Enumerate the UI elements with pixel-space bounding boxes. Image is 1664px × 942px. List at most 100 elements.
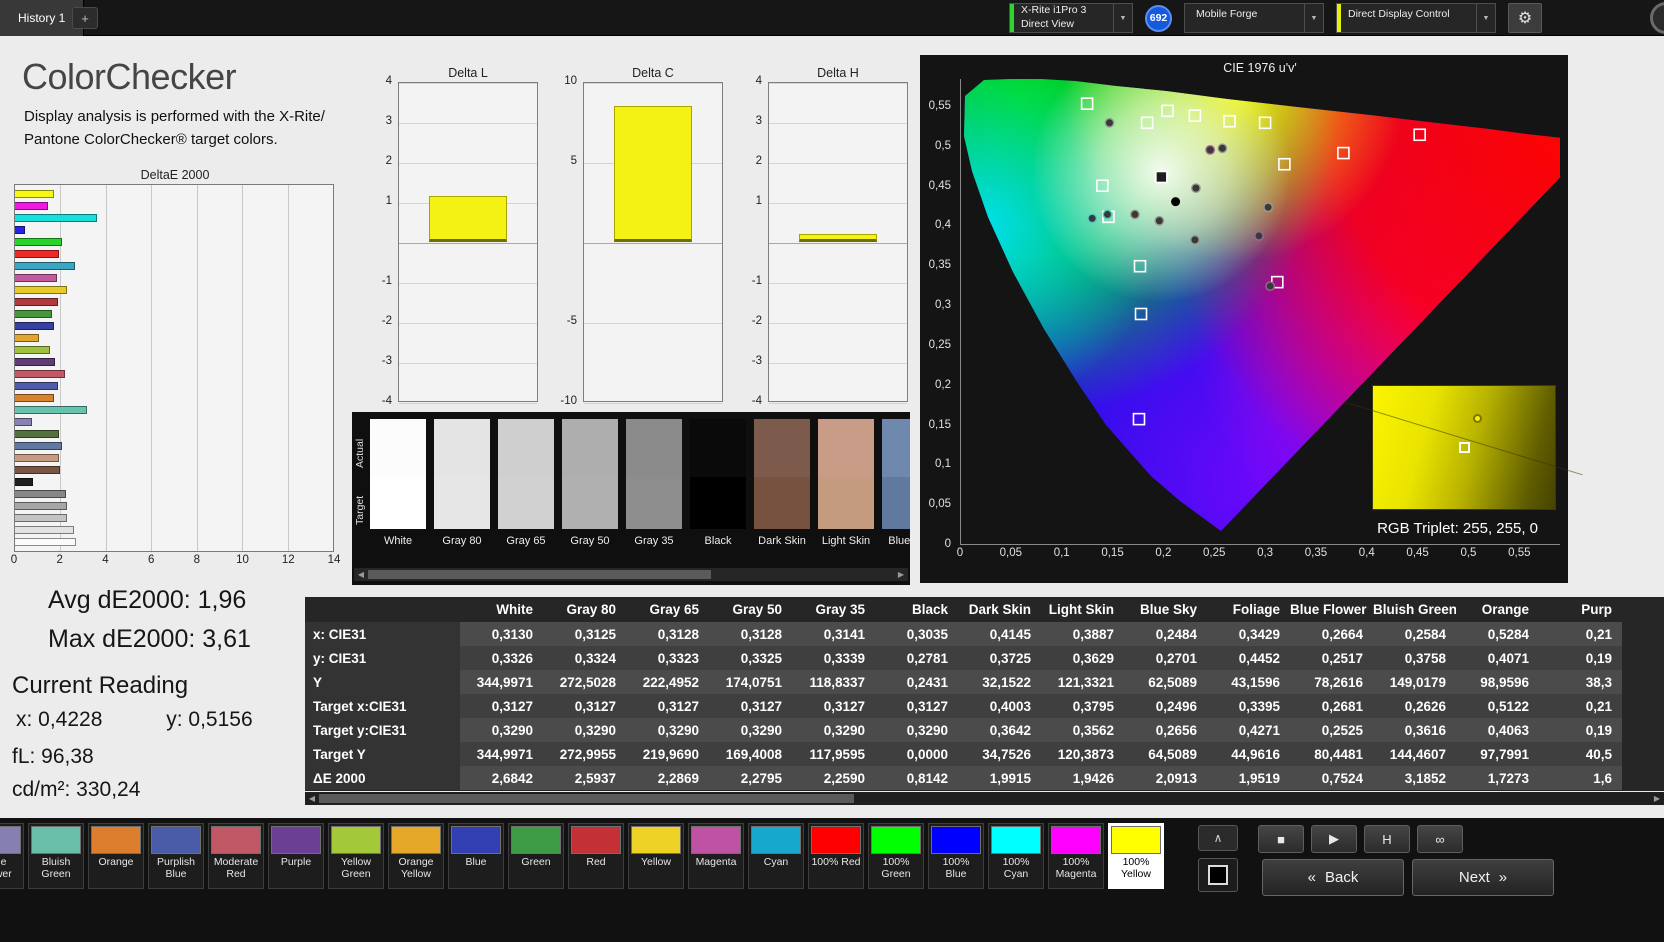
patch-button-magenta[interactable]: Magenta — [688, 823, 744, 889]
swatch-scrollbar[interactable]: ◀ ▶ — [354, 568, 908, 581]
swatch-label: Gray 80 — [442, 535, 482, 547]
swatch-gray-35[interactable]: Gray 35 — [626, 419, 682, 547]
patch-swatch — [991, 826, 1041, 854]
swatch-blue-sky[interactable]: Blue Sky — [882, 419, 910, 547]
patch-button-yellow[interactable]: Yellow — [628, 823, 684, 889]
patch-button-yellow-green[interactable]: Yellow Green — [328, 823, 384, 889]
patch-button-red[interactable]: Red — [568, 823, 624, 889]
patch-button-purplish-blue[interactable]: Purplish Blue — [148, 823, 204, 889]
swatch-light-skin[interactable]: Light Skin — [818, 419, 874, 547]
deltae-bar-100-red — [15, 250, 60, 258]
delta-bar — [799, 234, 877, 242]
patch-button-100-red[interactable]: 100% Red — [808, 823, 864, 889]
table-cell: 0,3130 — [460, 622, 543, 646]
table-cell: 0,2484 — [1124, 622, 1207, 646]
target-swatch — [498, 477, 554, 529]
current-fl: fL: 96,38 — [12, 745, 94, 768]
column-header: Dark Skin — [958, 597, 1041, 622]
deltae-bar-purple — [15, 358, 56, 366]
settings-button[interactable]: ⚙ — [1508, 3, 1542, 33]
source-text: Mobile Forge — [1189, 4, 1304, 32]
patch-button-100-magenta[interactable]: 100% Magenta — [1048, 823, 1104, 889]
scroll-right-icon[interactable]: ▶ — [1650, 792, 1664, 805]
bottom-toolbar: Blue Flower Bluish Green Orange Purplish Bl… — [0, 818, 1664, 942]
meter-profile-badge[interactable]: 692 — [1145, 4, 1172, 32]
table-cell: 0,3290 — [792, 718, 875, 742]
patch-button-100-yellow[interactable]: 100% Yellow — [1108, 823, 1164, 889]
axis-tick-label: 10 — [564, 75, 577, 87]
table-cell: 169,4008 — [709, 742, 792, 766]
axis-tick-label: 0,05 — [999, 547, 1023, 559]
patch-button-purple[interactable]: Purple — [268, 823, 324, 889]
patch-list: Blue Flower Bluish Green Orange Purplish Bl… — [0, 823, 1196, 889]
target-swatch — [882, 477, 910, 529]
deltae-bar-green — [15, 310, 52, 318]
patch-button-100-green[interactable]: 100% Green — [868, 823, 924, 889]
mini-plot — [398, 82, 538, 404]
expand-patches-button[interactable]: ∧ — [1198, 825, 1238, 851]
patch-button-100-blue[interactable]: 100% Blue — [928, 823, 984, 889]
meter-name: X-Rite i1Pro 3 — [1021, 4, 1087, 17]
patch-button-orange[interactable]: Orange — [88, 823, 144, 889]
black-patch-button[interactable] — [1198, 858, 1238, 892]
back-button[interactable]: « Back — [1262, 859, 1404, 896]
swatch-gray-50[interactable]: Gray 50 — [562, 419, 618, 547]
patch-button-blue-flower[interactable]: Blue Flower — [0, 823, 24, 889]
patch-label: Orange — [98, 856, 134, 868]
patch-button-100-cyan[interactable]: 100% Cyan — [988, 823, 1044, 889]
display-control-selector[interactable]: Direct Display Control ▼ — [1336, 3, 1496, 33]
patch-button-bluish-green[interactable]: Bluish Green — [28, 823, 84, 889]
patch-button-moderate-red[interactable]: Moderate Red — [208, 823, 264, 889]
scroll-left-icon[interactable]: ◀ — [305, 792, 319, 805]
scrollbar-thumb[interactable] — [368, 570, 712, 579]
scrollbar-thumb[interactable] — [319, 794, 854, 803]
next-button[interactable]: Next » — [1412, 859, 1554, 896]
axis-tick-label: 0,4 — [1358, 547, 1375, 559]
table-row: x: CIE31 0,3130 0,3125 0,3128 0,3128 0,3141 0,… — [305, 622, 1622, 646]
patch-button-cyan[interactable]: Cyan — [748, 823, 804, 889]
swatch-strip: Actual Target White Gray 80 Gray 65 Gray 50… — [352, 412, 910, 585]
mini-plot — [583, 82, 723, 404]
h-button[interactable]: H — [1364, 825, 1410, 853]
swatch-black[interactable]: Black — [690, 419, 746, 547]
actual-swatch — [434, 419, 490, 477]
actual-swatch — [498, 419, 554, 477]
patch-button-blue[interactable]: Blue — [448, 823, 504, 889]
target-swatch — [562, 477, 618, 529]
table-scrollbar[interactable]: ◀ ▶ — [305, 792, 1664, 805]
next-chevrons-icon: » — [1498, 869, 1508, 886]
patch-label: Yellow — [641, 856, 671, 868]
table-cell: 0,0000 — [875, 742, 958, 766]
patch-button-orange-yellow[interactable]: Orange Yellow — [388, 823, 444, 889]
patch-label: Moderate Red — [213, 856, 259, 881]
partial-circle-icon[interactable] — [1650, 2, 1664, 34]
deltae-bar-yellow-green — [15, 346, 50, 354]
patch-button-green[interactable]: Green — [508, 823, 564, 889]
table-cell: 0,3127 — [709, 694, 792, 718]
column-header: Gray 35 — [792, 597, 875, 622]
play-button[interactable]: ▶ — [1311, 825, 1357, 853]
page-description: Display analysis is performed with the X… — [24, 106, 325, 151]
meter-selector[interactable]: X-Rite i1Pro 3 Direct View ▼ — [1009, 3, 1133, 33]
swatch-gray-65[interactable]: Gray 65 — [498, 419, 554, 547]
meter-mode: Direct View — [1021, 18, 1074, 30]
source-selector[interactable]: Mobile Forge ▼ — [1184, 3, 1324, 33]
patch-swatch — [811, 826, 861, 854]
patch-swatch — [451, 826, 501, 854]
swatch-dark-skin[interactable]: Dark Skin — [754, 419, 810, 547]
table-cell: 121,3321 — [1041, 670, 1124, 694]
stop-button[interactable]: ■ — [1258, 825, 1304, 853]
scroll-right-icon[interactable]: ▶ — [894, 568, 908, 581]
target-swatch — [690, 477, 746, 529]
axis-tick-label: 0,45 — [1406, 547, 1429, 559]
swatch-white[interactable]: White — [370, 419, 426, 547]
table-cell: 0,21 — [1539, 694, 1622, 718]
table-cell: 32,1522 — [958, 670, 1041, 694]
continuous-measure-button[interactable]: ∞ — [1417, 825, 1463, 853]
scroll-left-icon[interactable]: ◀ — [354, 568, 368, 581]
patch-swatch — [151, 826, 201, 854]
add-tab-button[interactable]: + — [72, 7, 98, 29]
swatch-gray-80[interactable]: Gray 80 — [434, 419, 490, 547]
chevron-down-icon: ▼ — [1476, 4, 1495, 32]
patch-swatch — [211, 826, 261, 854]
